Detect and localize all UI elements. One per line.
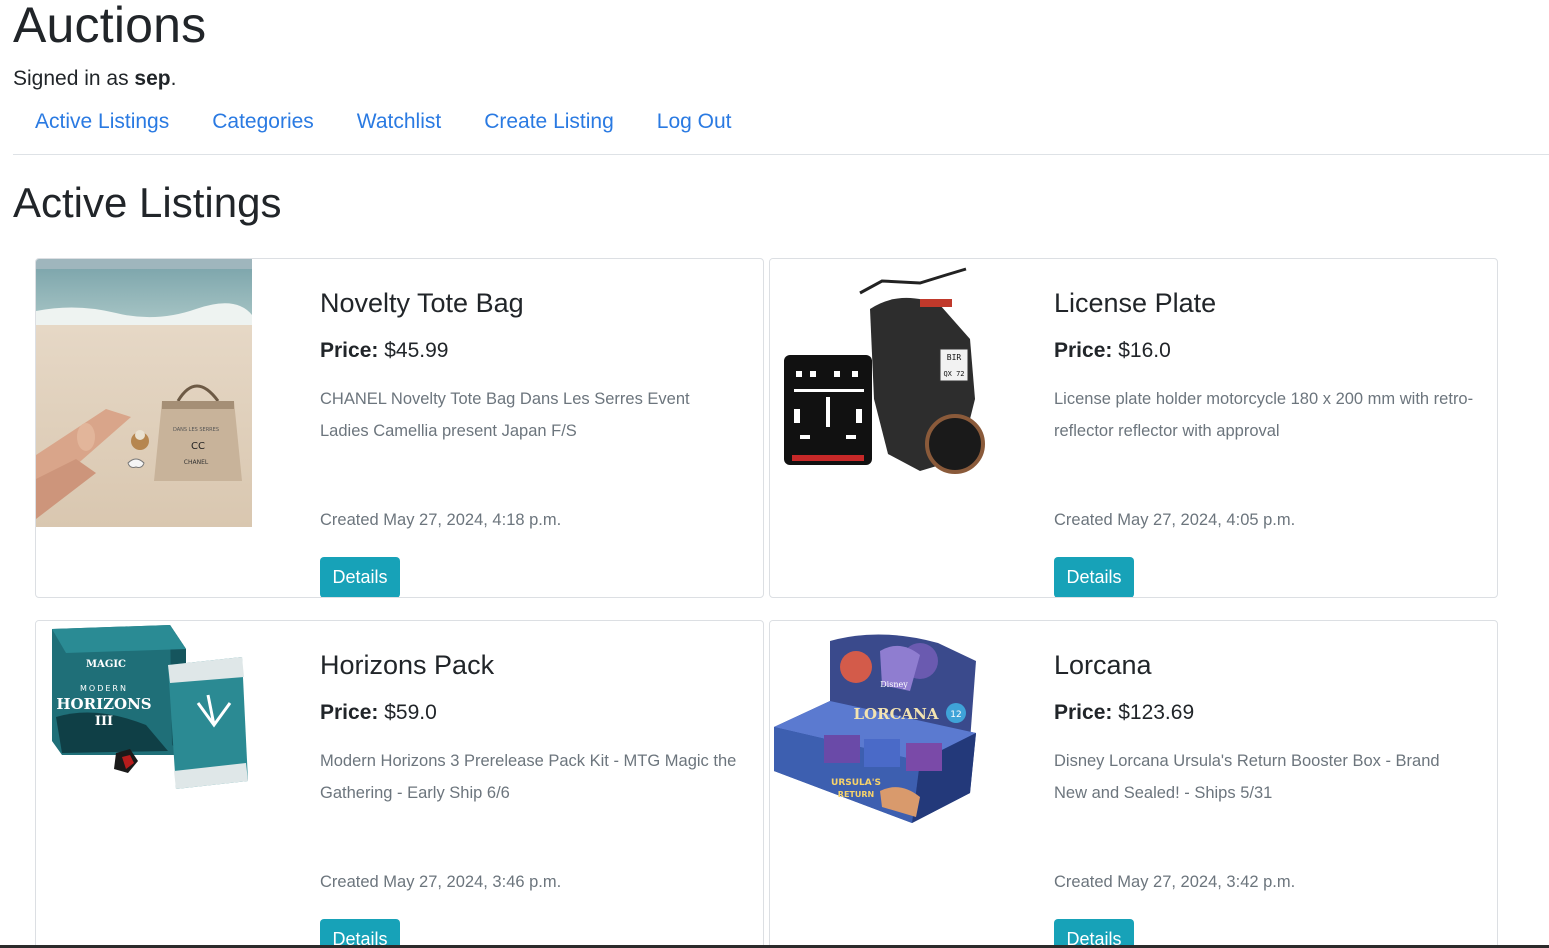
section-title: Active Listings: [13, 179, 282, 226]
listing-body: Horizons Pack Price: $59.0 Modern Horizo…: [320, 649, 740, 948]
lorcana-ursula: URSULA'S: [831, 778, 881, 788]
listing-description: Modern Horizons 3 Prerelease Pack Kit - …: [320, 752, 737, 802]
site-title: Auctions: [13, 0, 207, 53]
price-value: $45.99: [384, 339, 449, 362]
listing-card: Disney LORCANA 12 URSULA'S RETURN Lorcan…: [769, 620, 1498, 948]
listing-description: Disney Lorcana Ursula's Return Booster B…: [1054, 752, 1440, 802]
signed-in-status: Signed in as sep.: [13, 65, 1549, 93]
lorcana-booster-box-photo-icon: Disney LORCANA 12 URSULA'S RETURN: [770, 621, 986, 837]
chanel-brand: CHANEL: [184, 459, 209, 466]
price-label: Price:: [320, 701, 379, 724]
listing-created: Created May 27, 2024, 3:46 p.m.: [320, 873, 562, 891]
listing-card: CC CHANEL DANS LES SERRES Novelty Tote B…: [35, 258, 764, 598]
price-label: Price:: [1054, 339, 1113, 362]
price-label: Price:: [320, 339, 379, 362]
nav-active-listings[interactable]: Active Listings: [35, 110, 169, 134]
price-label: Price:: [1054, 701, 1113, 724]
price-value: $16.0: [1118, 339, 1171, 362]
listing-image[interactable]: MAGIC MODERN HORIZONS III: [36, 621, 252, 889]
listing-created: Created May 27, 2024, 3:42 p.m.: [1054, 873, 1296, 891]
listing-title: License Plate: [1054, 288, 1217, 318]
mtg-prerelease-pack-photo-icon: MAGIC MODERN HORIZONS III: [36, 621, 252, 837]
lorcana-count: 12: [950, 710, 961, 720]
listing-created: Created May 27, 2024, 4:18 p.m.: [320, 511, 562, 529]
price-value: $59.0: [384, 701, 437, 724]
details-button[interactable]: Details: [1054, 557, 1134, 597]
magic-logo: MAGIC: [86, 659, 126, 670]
nav-create-listing[interactable]: Create Listing: [484, 110, 614, 134]
listing-description: CHANEL Novelty Tote Bag Dans Les Serres …: [320, 390, 690, 440]
plate-text-1: BIR: [947, 353, 962, 362]
listing-body: License Plate Price: $16.0 License plate…: [1054, 287, 1474, 597]
divider: [13, 154, 1549, 155]
signed-in-suffix: .: [170, 67, 177, 90]
listing-card: BIR QX 72 License Plate Price: $16.0 Lic…: [769, 258, 1498, 598]
listing-price: Price: $59.0: [320, 699, 740, 727]
plate-text-2: QX 72: [943, 370, 964, 378]
motorcycle-plate-holder-photo-icon: BIR QX 72: [770, 259, 986, 475]
listing-image[interactable]: BIR QX 72: [770, 259, 986, 527]
mh-three: III: [95, 714, 113, 729]
main-nav: Active Listings Categories Watchlist Cre…: [13, 107, 1549, 137]
listing-card: MAGIC MODERN HORIZONS III Horizons Pack …: [35, 620, 764, 948]
listing-title: Lorcana: [1054, 650, 1152, 680]
listing-price: Price: $16.0: [1054, 337, 1474, 365]
nav-log-out[interactable]: Log Out: [657, 110, 732, 134]
chanel-logo: CC: [191, 441, 205, 452]
listing-price: Price: $45.99: [320, 337, 740, 365]
lorcana-return: RETURN: [838, 790, 874, 799]
page: Auctions Signed in as sep. Active Listin…: [0, 0, 1549, 948]
username: sep: [134, 67, 171, 90]
listing-body: Lorcana Price: $123.69 Disney Lorcana Ur…: [1054, 649, 1474, 948]
details-button[interactable]: Details: [320, 919, 400, 948]
listing-price: Price: $123.69: [1054, 699, 1474, 727]
mh-modern: MODERN: [80, 684, 128, 693]
listing-created: Created May 27, 2024, 4:05 p.m.: [1054, 511, 1296, 529]
signed-in-prefix: Signed in as: [13, 67, 135, 90]
listing-description: License plate holder motorcycle 180 x 20…: [1054, 390, 1474, 440]
lorcana-title: LORCANA: [853, 705, 938, 723]
nav-watchlist[interactable]: Watchlist: [357, 110, 441, 134]
beach-tote-bag-photo-icon: CC CHANEL DANS LES SERRES: [36, 259, 252, 527]
listing-image[interactable]: CC CHANEL DANS LES SERRES: [36, 259, 252, 527]
details-button[interactable]: Details: [1054, 919, 1134, 948]
listing-title: Novelty Tote Bag: [320, 288, 524, 318]
tote-print: DANS LES SERRES: [173, 427, 219, 433]
price-value: $123.69: [1118, 701, 1195, 724]
nav-categories[interactable]: Categories: [212, 110, 314, 134]
listing-title: Horizons Pack: [320, 650, 495, 680]
listing-body: Novelty Tote Bag Price: $45.99 CHANEL No…: [320, 287, 740, 597]
lorcana-brand: Disney: [880, 680, 908, 689]
mh-horizons: HORIZONS: [56, 695, 151, 713]
listing-image[interactable]: Disney LORCANA 12 URSULA'S RETURN: [770, 621, 986, 889]
details-button[interactable]: Details: [320, 557, 400, 597]
